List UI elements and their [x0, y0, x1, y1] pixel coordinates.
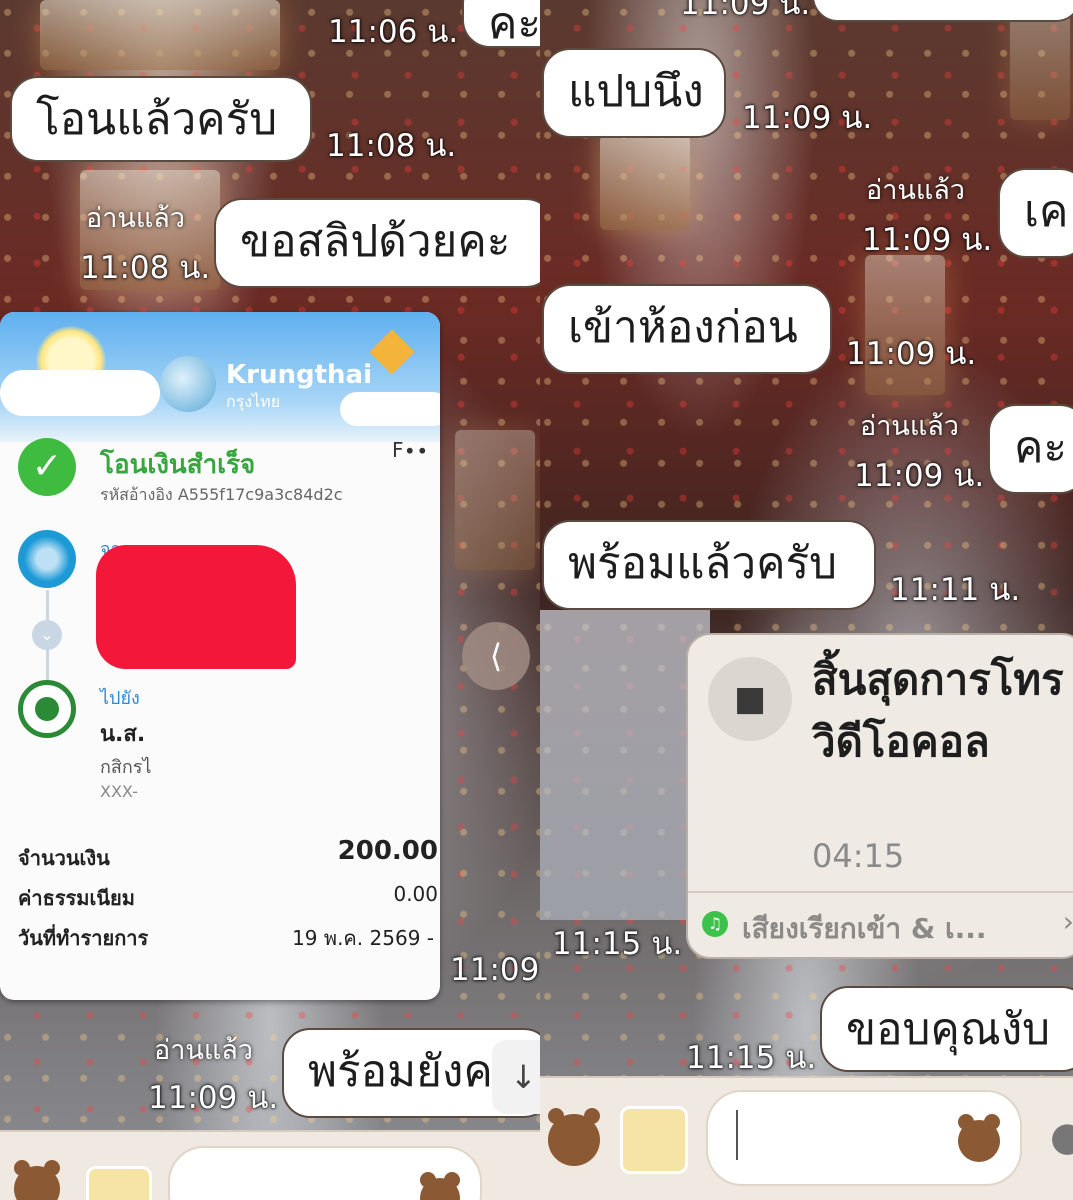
- emoji-bear-icon[interactable]: [420, 1172, 460, 1200]
- background-house: [455, 430, 535, 570]
- message-time: 11:15 น.: [552, 926, 683, 962]
- microphone-icon[interactable]: ●: [1050, 1114, 1073, 1160]
- call-duration: 04:15: [812, 837, 905, 875]
- read-receipt: อ่านแล้ว: [866, 175, 965, 206]
- to-label: ไปยัง: [100, 688, 140, 709]
- message-time: 11:09 น.: [846, 336, 977, 372]
- date-label: วันที่ทำรายการ: [18, 926, 149, 950]
- message-time: 11:15 น.: [686, 1040, 817, 1076]
- transfer-reference: รหัสอ้างอิง A555f17c9a3c84d2c: [100, 485, 343, 504]
- call-footer[interactable]: ♫ เสียงเรียกเข้า & เ... ›: [688, 891, 1073, 957]
- message-time: 11:08 น.: [326, 128, 457, 164]
- message-time: 11:09 น.: [862, 222, 993, 258]
- chat-input-bar: [0, 1130, 540, 1200]
- call-title: สิ้นสุดการโทรวิดีโอคอล: [812, 655, 1064, 766]
- amount-label: จำนวนเงิน: [18, 846, 110, 870]
- brown-bear-sticker-icon[interactable]: [14, 1160, 60, 1200]
- redaction-mark: [96, 545, 296, 669]
- slip-header-sky: [0, 312, 440, 442]
- recipient-account: XXX-: [100, 782, 138, 801]
- right-chat-panel: 11:09 น. แปบนึง 11:09 น. อ่านแล้ว 11:09 …: [540, 0, 1073, 1200]
- bank-brand: Krungthai: [226, 360, 372, 390]
- message-bubble[interactable]: คะ: [462, 0, 540, 48]
- message-bubble[interactable]: เค: [998, 168, 1073, 258]
- background-snow-path: [540, 610, 710, 920]
- sticker-picker-icon[interactable]: [86, 1166, 152, 1200]
- message-time: 11:11 น.: [890, 572, 1021, 608]
- success-check-icon: ✓: [18, 438, 76, 496]
- cloud-icon: [340, 392, 440, 426]
- transfer-status: โอนเงินสำเร็จ: [100, 450, 256, 480]
- arrow-down-icon: ↓: [510, 1058, 537, 1096]
- background-house: [40, 0, 280, 70]
- date-value: 19 พ.ค. 2569 -: [292, 926, 434, 950]
- message-time: 11:09 น.: [854, 458, 985, 494]
- message-bubble[interactable]: เข้าห้องก่อน: [542, 284, 832, 374]
- chevron-right-icon: ›: [1062, 905, 1073, 938]
- message-time: 11:09 น.: [148, 1080, 279, 1116]
- fee-label: ค่าธรรมเนียม: [18, 886, 135, 910]
- text-cursor: [736, 1110, 738, 1160]
- chat-input-bar: ●: [540, 1076, 1073, 1200]
- message-time: 11:06 น.: [328, 14, 459, 50]
- brown-bear-sticker-icon[interactable]: [548, 1108, 600, 1166]
- slip-corner-text: F∙∙: [392, 438, 429, 462]
- read-receipt: อ่านแล้ว: [860, 411, 959, 442]
- source-bank-icon: [18, 530, 76, 588]
- video-call-card[interactable]: ■ สิ้นสุดการโทรวิดีโอคอล 04:15 ♫ เสียงเร…: [686, 633, 1073, 959]
- message-time: 11:09: [450, 952, 540, 988]
- ringtone-label: เสียงเรียกเข้า & เ...: [742, 912, 987, 945]
- fee-value: 0.00: [393, 882, 438, 906]
- message-bubble[interactable]: [812, 0, 1073, 22]
- background-window: [600, 135, 690, 230]
- sticker-picker-icon[interactable]: [620, 1106, 688, 1174]
- cloud-icon: [0, 370, 160, 416]
- krungthai-logo-icon: [160, 356, 216, 412]
- message-bubble[interactable]: พร้อมแล้วครับ: [542, 520, 876, 610]
- message-bubble[interactable]: แปบนึง: [542, 48, 726, 138]
- read-receipt: อ่านแล้ว: [86, 203, 185, 234]
- recipient-name: น.ส.: [100, 722, 146, 747]
- message-time: 11:09 น.: [742, 100, 873, 136]
- chevron-down-icon: ⌄: [32, 620, 62, 650]
- message-bubble[interactable]: คะ: [988, 404, 1073, 494]
- message-time: 11:08 น.: [80, 250, 211, 286]
- read-receipt: อ่านแล้ว: [154, 1035, 253, 1066]
- bank-brand-thai: กรุงไทย: [226, 392, 281, 411]
- video-camera-icon: ■: [708, 657, 792, 741]
- share-icon[interactable]: ⟨: [462, 622, 530, 690]
- message-bubble[interactable]: ขอบคุณงับ: [820, 986, 1073, 1072]
- message-time: 11:09 น.: [680, 0, 811, 22]
- message-bubble[interactable]: โอนแล้วครับ: [10, 76, 312, 162]
- left-chat-panel: 11:06 น. คะ โอนแล้วครับ 11:08 น. อ่านแล้…: [0, 0, 540, 1200]
- recipient-bank: กสิกรไ: [100, 757, 152, 778]
- message-bubble[interactable]: ขอสลิปด้วยคะ: [214, 198, 540, 288]
- scroll-to-bottom-button[interactable]: ↓: [492, 1040, 540, 1114]
- amount-value: 200.00: [337, 836, 438, 866]
- destination-bank-icon: [18, 680, 76, 738]
- music-note-icon: ♫: [702, 911, 728, 937]
- emoji-bear-icon[interactable]: [958, 1114, 1000, 1162]
